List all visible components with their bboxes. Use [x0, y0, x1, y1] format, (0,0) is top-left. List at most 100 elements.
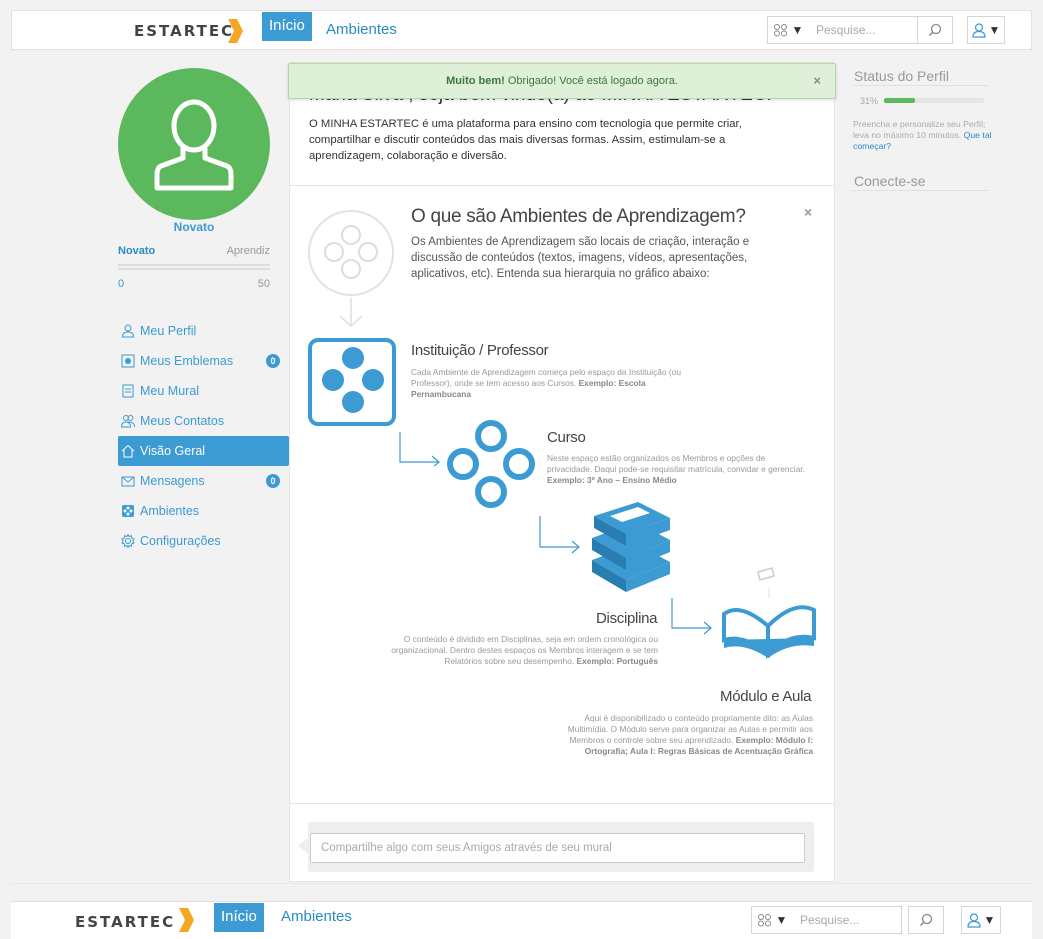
divider: [290, 803, 834, 804]
sidebar-item-label: Meu Mural: [140, 384, 200, 398]
sidebar-item-meus-emblemas[interactable]: Meus Emblemas 0: [118, 346, 298, 376]
current-level-label: Novato: [118, 245, 156, 257]
connections-dropdown[interactable]: ▼: [751, 906, 793, 934]
search-icon: [928, 23, 942, 37]
sidebar-item-label: Ambientes: [140, 504, 200, 518]
intro-title: O que são Ambientes de Aprendizagem?: [411, 206, 746, 227]
emblems-count-badge: 0: [266, 354, 280, 368]
profile-status-text: Preencha e personalize seu Perfil; leva …: [853, 119, 993, 152]
avatar[interactable]: [118, 68, 270, 220]
sidebar-item-configuracoes[interactable]: Configurações: [118, 526, 298, 556]
books-icon: [592, 502, 670, 592]
divider: [852, 85, 989, 86]
search-input[interactable]: Pesquise...: [792, 906, 902, 934]
nav-link-ambientes[interactable]: Ambientes: [319, 11, 404, 49]
course-icon: [447, 420, 535, 508]
level-progress-labels: Novato Aprendiz: [118, 245, 270, 257]
network-icon: [757, 914, 771, 927]
institution-title: Instituição / Professor: [411, 342, 549, 359]
close-icon[interactable]: ×: [804, 204, 812, 220]
discipline-example: Português: [616, 656, 658, 666]
pencil-faded-icon: [757, 567, 775, 598]
example-label: Exemplo:: [735, 735, 774, 745]
discipline-description: O conteúdo é dividido em Disciplinas, se…: [388, 634, 658, 667]
nav-link-inicio[interactable]: Início: [262, 12, 312, 41]
top-navbar: ESTARTEC Início Ambientes ▼ Pesquise... …: [11, 10, 1032, 50]
environments-faded-icon: [308, 210, 394, 328]
search-icon: [919, 913, 933, 927]
sidebar-item-ambientes[interactable]: Ambientes: [118, 496, 298, 526]
discipline-title: Disciplina: [596, 610, 658, 627]
user-icon: [121, 324, 135, 338]
logo-text[interactable]: ESTARTEC: [75, 913, 175, 931]
environments-icon: [122, 505, 134, 517]
logo-text[interactable]: ESTARTEC: [134, 22, 234, 40]
home-icon: [121, 444, 135, 458]
alert-strong-text: Muito bem!: [446, 75, 505, 87]
chevron-down-icon: ▼: [791, 23, 804, 37]
user-menu-button[interactable]: ▼: [967, 16, 1005, 44]
user-icon: [966, 912, 981, 928]
divider: [852, 190, 989, 191]
gear-icon: [121, 534, 135, 548]
chevron-down-icon: ▼: [775, 913, 788, 927]
level-progress-bar: [118, 264, 270, 270]
arrow-icon: [539, 516, 580, 554]
institution-description: Cada Ambiente de Aprendizagem começa pel…: [411, 367, 691, 400]
sidebar-item-mensagens[interactable]: Mensagens 0: [118, 466, 298, 496]
course-example: 3º Ano – Ensino Médio: [587, 475, 677, 485]
document-icon: [122, 384, 134, 398]
sidebar-item-label: Configurações: [140, 534, 221, 548]
network-icon: [773, 24, 787, 37]
sidebar-item-meus-contatos[interactable]: Meus Contatos: [118, 406, 298, 436]
course-description: Neste espaço estão organizados os Membro…: [547, 453, 809, 486]
envelope-icon: [121, 476, 135, 487]
arrow-icon: [671, 598, 712, 635]
nav-link-inicio[interactable]: Início: [214, 903, 264, 932]
points-from: 0: [118, 278, 125, 290]
example-label: Exemplo:: [578, 378, 617, 388]
sidebar-menu: Meu Perfil Meus Emblemas 0 Meu Mural Meu…: [118, 316, 298, 556]
sidebar-item-label: Visão Geral: [140, 444, 206, 458]
user-menu-button[interactable]: ▼: [961, 906, 1001, 934]
close-icon[interactable]: ×: [813, 64, 821, 98]
divider: [11, 883, 1032, 884]
sidebar-item-label: Meu Perfil: [140, 324, 197, 338]
user-silhouette-icon: [154, 99, 234, 191]
profile-progress-fill: [884, 98, 915, 103]
messages-count-badge: 0: [266, 474, 280, 488]
module-description: Aqui é disponibilizado o conteúdo propri…: [555, 713, 813, 757]
profile-percent: 31%: [860, 96, 879, 106]
sidebar-item-meu-mural[interactable]: Meu Mural: [118, 376, 298, 406]
contacts-icon: [121, 415, 135, 428]
nav-link-ambientes[interactable]: Ambientes: [274, 898, 359, 936]
intro-text: Os Ambientes de Aprendizagem são locais …: [411, 236, 750, 280]
sidebar-item-label: Meus Emblemas: [140, 354, 234, 368]
wall-post-textarea[interactable]: Compartilhe algo com seus Amigos através…: [310, 833, 805, 863]
sidebar-item-meu-perfil[interactable]: Meu Perfil: [118, 316, 298, 346]
example-label: Exemplo:: [576, 656, 615, 666]
divider: [290, 185, 834, 186]
level-points-labels: 0 50: [118, 278, 270, 290]
chevron-down-icon: ▼: [983, 913, 996, 927]
sidebar-item-visao-geral[interactable]: Visão Geral: [118, 436, 298, 466]
bottom-navbar: ESTARTEC Início Ambientes ▼ Pesquise... …: [11, 901, 1032, 939]
search-input[interactable]: Pesquise...: [808, 16, 918, 44]
module-title: Módulo e Aula: [720, 688, 812, 705]
sidebar-item-label: Meus Contatos: [140, 414, 225, 428]
search-button[interactable]: [917, 16, 953, 44]
course-desc-text: Neste espaço estão organizados os Membro…: [547, 453, 805, 474]
institution-icon: [308, 338, 396, 426]
connections-dropdown[interactable]: ▼: [767, 16, 809, 44]
logo-chevron-icon: [179, 908, 194, 932]
sidebar-item-label: Mensagens: [140, 474, 205, 488]
composer-pointer: [298, 838, 308, 854]
logo-chevron-icon: [228, 19, 243, 43]
success-alert: Muito bem! Obrigado! Você está logado ag…: [288, 63, 836, 99]
arrow-icon: [399, 432, 440, 466]
welcome-text: O MINHA ESTARTEC é uma plataforma para e…: [309, 118, 742, 162]
badge-icon: [121, 354, 135, 368]
profile-progress-bar: [884, 98, 984, 103]
profile-status-title: Status do Perfil: [854, 68, 949, 84]
search-button[interactable]: [908, 906, 944, 934]
